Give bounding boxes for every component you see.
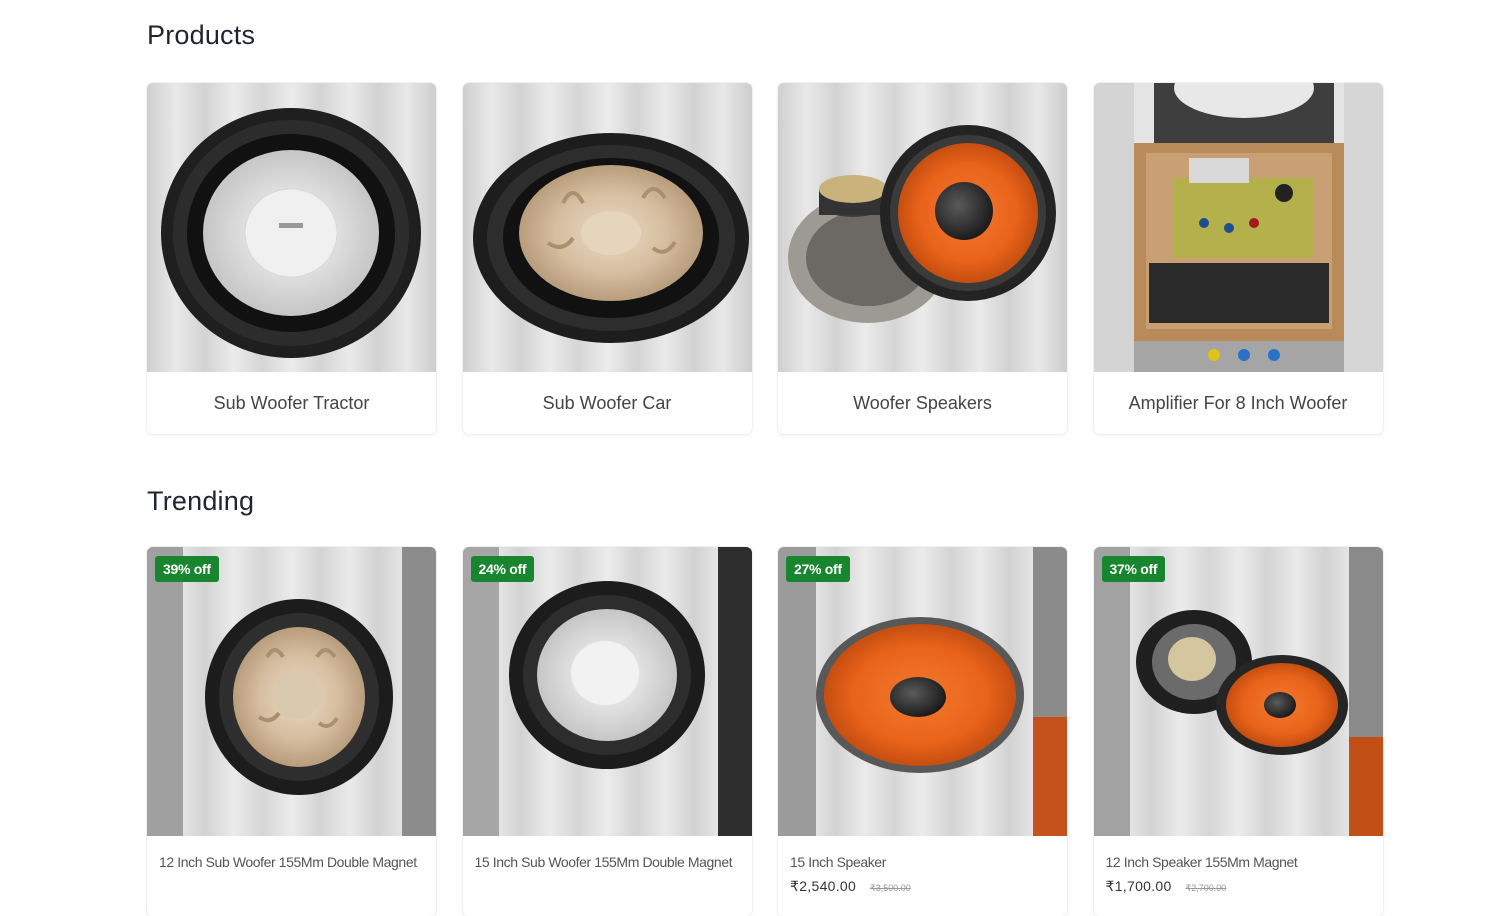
category-image <box>462 83 752 372</box>
trending-grid: 39% off 12 Inch Sub Woofer 155Mm Double … <box>147 547 1383 916</box>
discount-badge: 24% off <box>470 556 535 582</box>
products-section: Products Sub Woofer Tractor Sub Woofer C… <box>147 20 1383 434</box>
original-price: ₹2,700.00 <box>1185 883 1227 893</box>
category-card-amplifier[interactable]: Amplifier For 8 Inch Woofer <box>1093 83 1383 434</box>
price-row: ₹1,700.00 ₹2,700.00 <box>1106 876 1371 898</box>
product-info: 15 Inch Sub Woofer 155Mm Double Magnet <box>463 836 752 916</box>
price-row: ₹2,540.00 ₹3,500.00 <box>790 876 1055 898</box>
product-name[interactable]: 12 Inch Speaker 155Mm Magnet <box>1106 850 1371 874</box>
products-heading: Products <box>147 20 256 50</box>
product-image: 24% off <box>462 547 752 836</box>
product-image: 39% off <box>147 547 436 836</box>
trending-section: Trending 39% off 12 Inch Sub Woofer 155M… <box>147 486 1383 916</box>
category-card-sub-woofer-tractor[interactable]: Sub Woofer Tractor <box>147 83 436 434</box>
category-label: Sub Woofer Tractor <box>213 392 370 413</box>
category-image <box>778 83 1067 372</box>
product-image: 27% off <box>778 547 1067 836</box>
original-price: ₹3,500.00 <box>870 883 911 893</box>
product-name[interactable]: 15 Inch Speaker <box>790 850 1055 874</box>
discount-badge: 37% off <box>1101 556 1166 582</box>
sale-price: ₹1,700.00 <box>1105 878 1172 894</box>
product-info: 12 Inch Sub Woofer 155Mm Double Magnet <box>147 836 436 916</box>
sale-price: ₹2,540.00 <box>790 878 857 894</box>
trending-heading: Trending <box>147 486 255 516</box>
discount-badge: 39% off <box>155 556 219 582</box>
category-label: Amplifier For 8 Inch Woofer <box>1128 392 1348 413</box>
category-label: Sub Woofer Car <box>542 392 672 413</box>
category-image <box>147 83 436 372</box>
product-name[interactable]: 12 Inch Sub Woofer 155Mm Double Magnet <box>159 850 424 874</box>
category-label: Woofer Speakers <box>853 392 992 413</box>
discount-badge: 27% off <box>786 556 850 582</box>
product-card[interactable]: 37% off 12 Inch Speaker 155Mm Magnet ₹1,… <box>1093 547 1383 916</box>
products-grid: Sub Woofer Tractor Sub Woofer Car Woofer… <box>147 83 1383 434</box>
category-card-sub-woofer-car[interactable]: Sub Woofer Car <box>462 83 752 434</box>
category-card-woofer-speakers[interactable]: Woofer Speakers <box>778 83 1067 434</box>
product-name[interactable]: 15 Inch Sub Woofer 155Mm Double Magnet <box>475 850 740 874</box>
product-card[interactable]: 27% off 15 Inch Speaker ₹2,540.00 ₹3,500… <box>778 547 1067 916</box>
product-card[interactable]: 24% off 15 Inch Sub Woofer 155Mm Double … <box>462 547 752 916</box>
product-image: 37% off <box>1093 547 1383 836</box>
product-info: 12 Inch Speaker 155Mm Magnet ₹1,700.00 ₹… <box>1094 836 1383 916</box>
product-info: 15 Inch Speaker ₹2,540.00 ₹3,500.00 <box>778 836 1067 916</box>
product-card[interactable]: 39% off 12 Inch Sub Woofer 155Mm Double … <box>147 547 436 916</box>
category-image <box>1093 83 1383 372</box>
